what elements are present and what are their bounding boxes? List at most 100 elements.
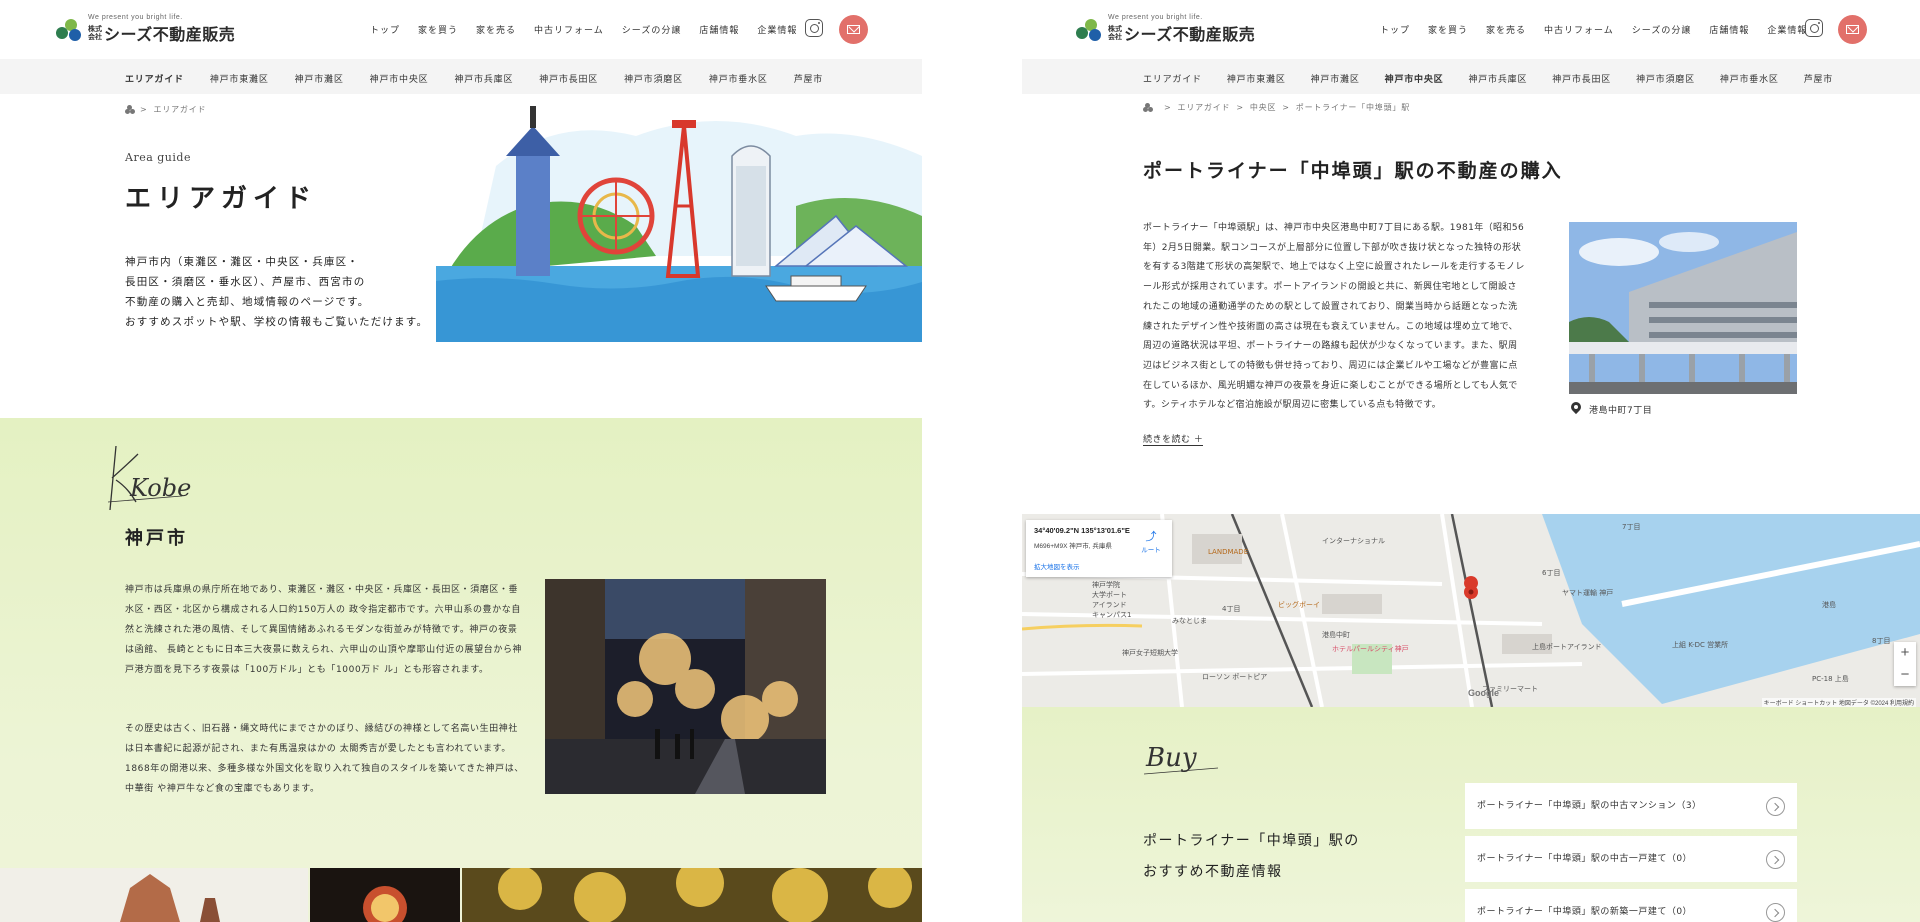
kobe-paragraph-2: その歴史は古く、旧石器・縄文時代にまでさかのぼり、縁結びの神様として名高い生田神… <box>125 724 524 794</box>
buy-item-used-house[interactable]: ポートライナー「中埠頭」駅の中古一戸建て（0） <box>1465 836 1797 882</box>
map-enlarge-link[interactable]: 拡大地図を表示 <box>1034 561 1080 571</box>
map-label: 港島中町 <box>1322 631 1350 639</box>
google-map[interactable]: 神戸学院 大学ポート アイランド キャンパス1 みなとじま 港島中町 ホテルパー… <box>1022 514 1920 707</box>
subnav-item[interactable]: 神戸市中央区 <box>1385 72 1444 85</box>
subnav-item[interactable]: 神戸市東灘区 <box>1227 72 1286 85</box>
subnav-item[interactable]: 神戸市東灘区 <box>210 72 269 85</box>
breadcrumb-item: ポートライナー「中埠頭」駅 <box>1295 103 1411 112</box>
map-coordinates: 34°40'09.2"N 135°13'01.6"E <box>1034 526 1130 535</box>
map-label: 4丁目 <box>1222 605 1241 613</box>
subnav-item[interactable]: 神戸市長田区 <box>539 72 598 85</box>
instagram-icon[interactable] <box>805 19 823 37</box>
mail-icon <box>1846 25 1859 34</box>
station-address: 港島中町7丁目 <box>1571 402 1652 416</box>
chevron-right-icon <box>1766 903 1785 922</box>
hero-desc-line: おすすめスポットや駅、学校の情報もご覧いただけます。 <box>125 316 429 328</box>
home-icon[interactable] <box>125 105 135 114</box>
directions-icon: ⤴ <box>1145 531 1157 543</box>
buy-heading-line: ポートライナー「中埠頭」駅の <box>1143 833 1360 849</box>
breadcrumb-sep: > <box>1282 103 1290 112</box>
map-info-card: 34°40'09.2"N 135°13'01.6"E M696+M9X 神戸市,… <box>1026 520 1172 577</box>
hero-desc-line: 神戸市内（東灘区・灘区・中央区・兵庫区・ <box>125 256 359 268</box>
hero-label: Area guide <box>125 151 191 164</box>
subnav-item[interactable]: 神戸市長田区 <box>1552 72 1611 85</box>
subnav-item[interactable]: エリアガイド <box>1143 72 1202 85</box>
subnav-item[interactable]: 神戸市垂水区 <box>1720 72 1779 85</box>
site-header: We present you bright life. 株式会社 シーズ不動産販… <box>1022 0 1920 59</box>
buy-item-new-house[interactable]: ポートライナー「中埠頭」駅の新築一戸建て（0） <box>1465 889 1797 922</box>
logo-mark-icon <box>56 17 82 43</box>
area-guide-page: We present you bright life. 株式会社 シーズ不動産販… <box>0 0 922 922</box>
subnav-item[interactable]: 神戸市兵庫区 <box>1468 72 1527 85</box>
map-footer: キーボード ショートカット 地図データ ©2024 利用規約 <box>1761 698 1916 707</box>
gnav-item[interactable]: シーズの分譲 <box>1632 23 1692 36</box>
breadcrumb-item[interactable]: エリアガイド <box>1178 102 1231 113</box>
buy-heading: ポートライナー「中埠頭」駅の おすすめ不動産情報 <box>1143 826 1360 888</box>
subnav-item[interactable]: 神戸市灘区 <box>1311 72 1360 85</box>
map-label: 港島 <box>1822 601 1836 609</box>
map-label: ローソン ポートピア <box>1202 673 1268 681</box>
gnav-item[interactable]: 中古リフォーム <box>1544 23 1614 36</box>
subnav-item[interactable]: 芦屋市 <box>1804 72 1833 85</box>
buy-item-label: ポートライナー「中埠頭」駅の中古一戸建て（0） <box>1477 854 1693 864</box>
page-title: エリアガイド <box>125 184 318 214</box>
home-icon[interactable] <box>1143 103 1153 112</box>
subnav-item[interactable]: 神戸市垂水区 <box>709 72 768 85</box>
station-address-text: 港島中町7丁目 <box>1589 405 1653 416</box>
breadcrumb-item[interactable]: 中央区 <box>1250 102 1276 113</box>
gnav-item[interactable]: シーズの分譲 <box>622 23 682 36</box>
gnav-item[interactable]: 企業情報 <box>1767 23 1807 36</box>
subnav-item[interactable]: 神戸市中央区 <box>370 72 429 85</box>
subnav-item[interactable]: 芦屋市 <box>794 72 823 85</box>
subnav-item[interactable]: 神戸市灘区 <box>295 72 344 85</box>
map-label: インターナショナル <box>1322 537 1385 545</box>
map-label: 神戸女子短期大学 <box>1122 649 1178 657</box>
instagram-icon[interactable] <box>1805 19 1823 37</box>
gnav-item[interactable]: 家を売る <box>476 23 516 36</box>
area-subnav: エリアガイド 神戸市東灘区 神戸市灘区 神戸市中央区 神戸市兵庫区 神戸市長田区 神戸市須磨… <box>1022 59 1920 94</box>
gnav-item[interactable]: 店舗情報 <box>699 23 739 36</box>
site-logo[interactable]: We present you bright life. 株式会社 シーズ不動産販… <box>1076 14 1255 45</box>
station-description: ポートライナー「中埠頭駅」は、神戸市中央区港島中町7丁目にある駅。1981年（昭… <box>1143 223 1525 411</box>
zoom-out-button[interactable]: − <box>1894 664 1916 686</box>
read-more-link[interactable]: 続きを読む ＋ <box>1143 432 1204 446</box>
map-label: みなとじま <box>1172 617 1207 625</box>
map-label: ホテルパールシティ神戸 <box>1332 645 1409 653</box>
map-label: ビッグボーイ <box>1278 601 1320 609</box>
gnav-item[interactable]: 企業情報 <box>757 23 797 36</box>
map-label: キャンパス1 <box>1092 611 1132 619</box>
station-photo <box>1569 222 1797 394</box>
gnav-item[interactable]: トップ <box>1380 23 1410 36</box>
gnav-item[interactable]: 家を買う <box>418 23 458 36</box>
page-title: ポートライナー「中埠頭」駅の不動産の購入 <box>1143 160 1563 182</box>
chevron-right-icon <box>1766 797 1785 816</box>
map-label: 神戸学院 <box>1092 581 1120 589</box>
logo-corp: 株式会社 <box>1108 25 1122 41</box>
logo-tagline: We present you bright life. <box>1108 14 1203 21</box>
hotel-tower <box>731 145 771 277</box>
subnav-item[interactable]: 神戸市兵庫区 <box>454 72 513 85</box>
mail-button[interactable] <box>839 15 868 44</box>
gnav-item[interactable]: 家を買う <box>1428 23 1468 36</box>
map-label: 上組 K-DC 営業所 <box>1672 641 1729 649</box>
gnav-item[interactable]: 中古リフォーム <box>534 23 604 36</box>
gnav-item[interactable]: 家を売る <box>1486 23 1526 36</box>
mail-button[interactable] <box>1838 15 1867 44</box>
kobe-script-heading: Kobe <box>107 445 191 511</box>
ferris-wheel <box>577 177 655 255</box>
mail-icon <box>847 25 860 34</box>
buy-item-used-condo[interactable]: ポートライナー「中埠頭」駅の中古マンション（3） <box>1465 783 1797 829</box>
kobe-title: 神戸市 <box>125 528 188 549</box>
site-logo[interactable]: We present you bright life. 株式会社 シーズ不動産販… <box>56 14 235 45</box>
zoom-in-button[interactable]: + <box>1894 642 1916 664</box>
gnav-item[interactable]: 店舗情報 <box>1709 23 1749 36</box>
map-route-button[interactable]: ⤴ ルート <box>1136 528 1166 554</box>
logo-corp: 株式会社 <box>88 25 102 41</box>
logo-name: シーズ不動産販売 <box>104 25 236 44</box>
gnav-item[interactable]: トップ <box>370 23 400 36</box>
subnav-item[interactable]: 神戸市須磨区 <box>624 72 683 85</box>
subnav-item[interactable]: 神戸市須磨区 <box>1636 72 1695 85</box>
breadcrumb: > エリアガイド > 中央区 > ポートライナー「中埠頭」駅 <box>1143 102 1410 113</box>
subnav-item[interactable]: エリアガイド <box>125 72 184 85</box>
chevron-right-icon <box>1766 850 1785 869</box>
